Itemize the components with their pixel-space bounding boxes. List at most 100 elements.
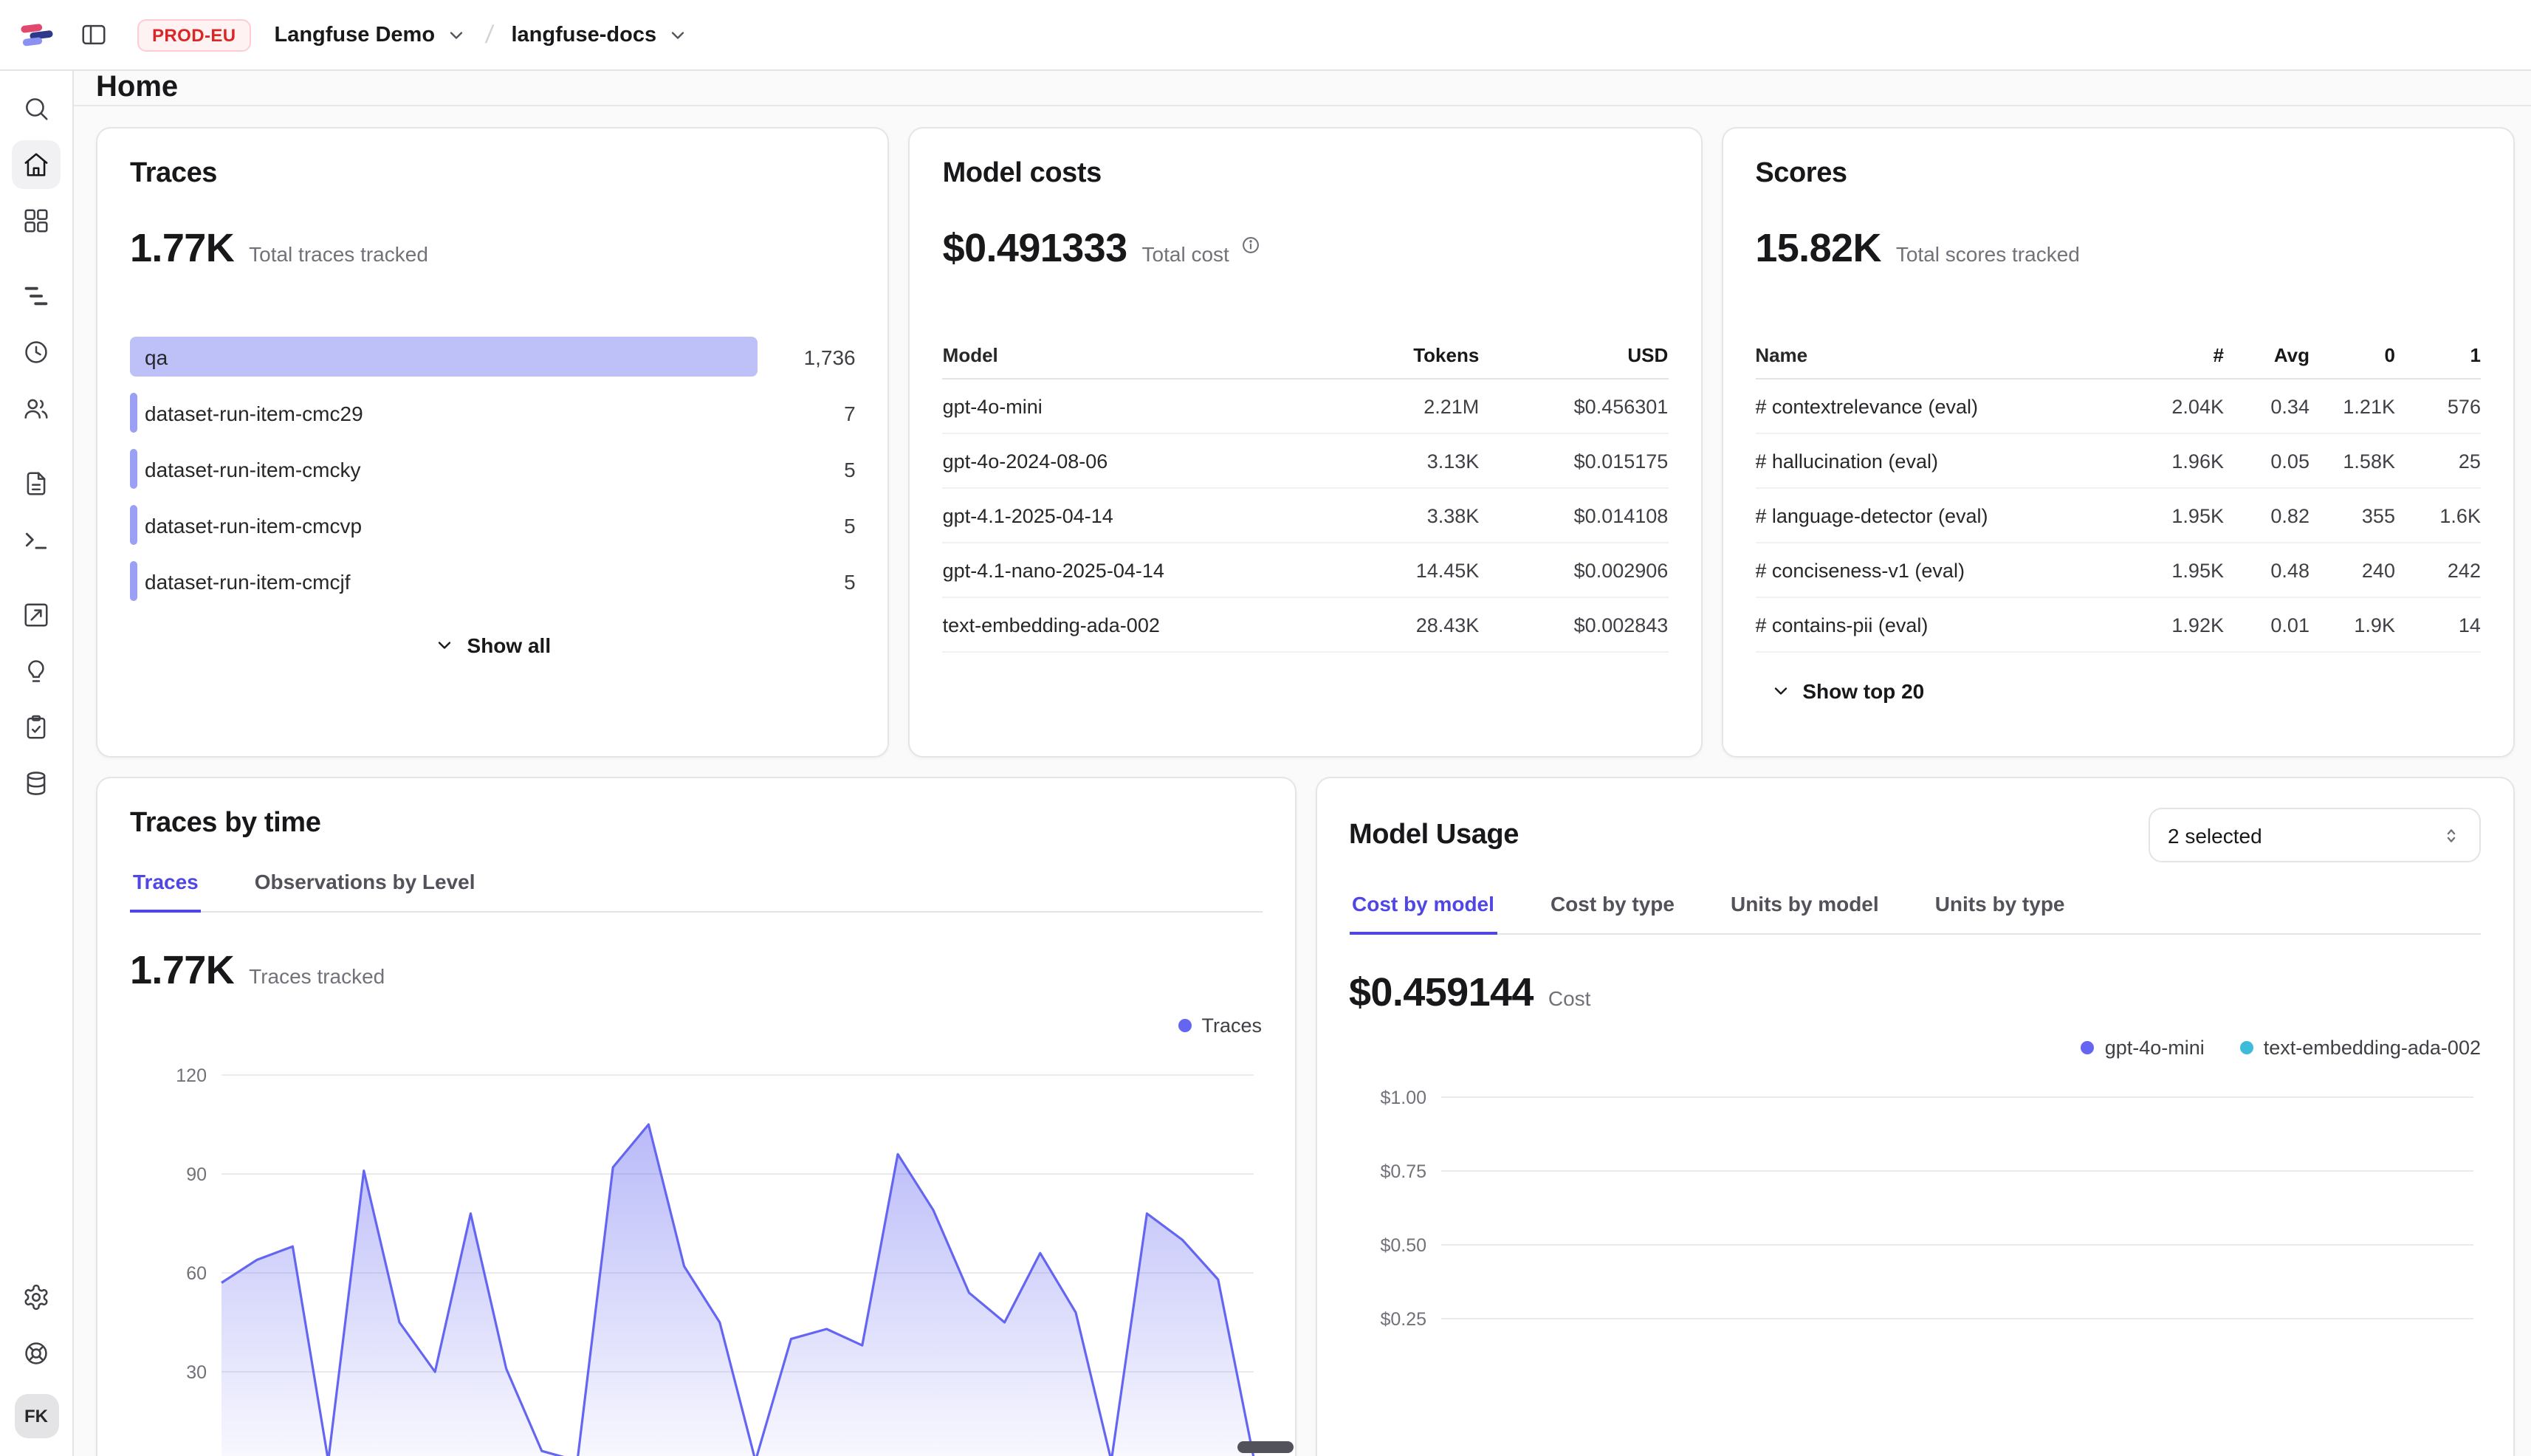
org-name: Langfuse Demo (275, 23, 436, 47)
model-cost-row: gpt-4.1-2025-04-14 3.38K $0.014108 (943, 489, 1669, 543)
traces-by-time-tabs: Traces Observations by Level (130, 870, 1262, 913)
traces-metric-label: Total traces tracked (249, 242, 428, 266)
svg-text:$0.75: $0.75 (1379, 1161, 1426, 1182)
legend-label: gpt-4o-mini (2105, 1037, 2205, 1059)
horizontal-scrollbar-thumb[interactable] (1237, 1441, 1294, 1453)
sidebar-item-evaluation[interactable] (12, 591, 61, 639)
main-content: Home Traces 1.77K Total traces tracked (74, 71, 2531, 1456)
trace-bar-value: 1,736 (758, 345, 856, 368)
tracing-icon (22, 282, 50, 310)
trace-bar-value: 5 (758, 569, 856, 593)
tab-units-by-type[interactable]: Units by type (1932, 892, 2068, 933)
score-row: # contains-pii (eval) 1.92K 0.01 1.9K 14 (1755, 598, 2481, 653)
trace-bar-value: 7 (758, 401, 856, 425)
sidebar-item-users[interactable] (12, 384, 61, 433)
breadcrumb-separator: / (483, 20, 494, 49)
trace-bar-row: dataset-run-item-cmcjf 5 (130, 558, 856, 604)
environment-badge: PROD-EU (137, 18, 251, 51)
svg-text:$0.25: $0.25 (1379, 1309, 1426, 1330)
settings-gear-icon (22, 1283, 50, 1311)
model-costs-metric-value: $0.491333 (943, 226, 1127, 272)
model-cost-row: text-embedding-ada-002 28.43K $0.002843 (943, 598, 1669, 653)
scores-metric-label: Total scores tracked (1896, 242, 2080, 266)
model-costs-metric-label: Total cost (1142, 242, 1229, 266)
langfuse-app: PROD-EU Langfuse Demo / langfuse-docs (0, 0, 2531, 1456)
sidebar-item-exports[interactable] (12, 759, 61, 808)
topbar: PROD-EU Langfuse Demo / langfuse-docs (0, 0, 2531, 71)
traces-by-time-metric-value: 1.77K (130, 948, 234, 994)
sidebar-item-home[interactable] (12, 140, 61, 189)
model-select-dropdown[interactable]: 2 selected (2149, 808, 2481, 862)
trace-bar-label: dataset-run-item-cmcjf (130, 569, 351, 593)
sidebar: FK (0, 71, 74, 1456)
model-usage-tabs: Cost by model Cost by type Units by mode… (1349, 892, 2481, 935)
sidebar-item-search[interactable] (12, 84, 61, 133)
scores-metric-value: 15.82K (1755, 226, 1881, 272)
sidebar-item-prompts[interactable] (12, 459, 61, 508)
dashboards-grid-icon (22, 207, 50, 235)
legend-dot (1178, 1019, 1191, 1032)
datasets-clipboard-icon (22, 713, 50, 741)
show-top-20-button[interactable]: Show top 20 (1770, 679, 1924, 703)
org-selector[interactable]: Langfuse Demo (275, 23, 467, 47)
sidebar-item-datasets[interactable] (12, 703, 61, 752)
legend-label: text-embedding-ada-002 (2264, 1037, 2481, 1059)
scores-card-title: Scores (1755, 158, 2481, 190)
scores-table: Name # Avg 0 1 # contextrelevance (eval)… (1755, 331, 2481, 653)
sidebar-toggle-button[interactable] (74, 15, 114, 55)
sessions-clock-icon (22, 338, 50, 366)
score-row: # hallucination (eval) 1.96K 0.05 1.58K … (1755, 434, 2481, 489)
info-icon[interactable] (1241, 235, 1262, 263)
trace-bar-value: 5 (758, 513, 856, 537)
evaluation-chart-icon (22, 601, 50, 629)
trace-bar-value: 5 (758, 457, 856, 481)
tab-observations-by-level[interactable]: Observations by Level (252, 870, 478, 911)
trace-bar (130, 337, 758, 377)
sidebar-item-sessions[interactable] (12, 328, 61, 377)
chevron-down-icon (445, 24, 466, 45)
sidebar-item-annotation[interactable] (12, 647, 61, 696)
trace-bar-label: qa (130, 345, 168, 368)
tab-units-by-model[interactable]: Units by model (1728, 892, 1882, 933)
sidebar-item-tracing[interactable] (12, 272, 61, 320)
tab-cost-by-type[interactable]: Cost by type (1548, 892, 1677, 933)
trace-bar-row: dataset-run-item-cmc29 7 (130, 390, 856, 436)
chevron-down-icon (667, 24, 687, 45)
annotation-lightbulb-icon (22, 657, 50, 685)
project-name: langfuse-docs (512, 23, 657, 47)
sidebar-item-dashboards[interactable] (12, 196, 61, 245)
tab-cost-by-model[interactable]: Cost by model (1349, 892, 1497, 933)
support-help-icon (22, 1339, 50, 1367)
traces-card: Traces 1.77K Total traces tracked qa 1,7… (96, 127, 890, 758)
legend-item: text-embedding-ada-002 (2240, 1037, 2481, 1059)
model-usage-card: Model Usage 2 selected Cost by model Cos… (1315, 777, 2515, 1456)
playground-terminal-icon (22, 526, 50, 554)
sidebar-item-settings[interactable] (12, 1273, 61, 1322)
legend-item: gpt-4o-mini (2081, 1037, 2205, 1059)
project-selector[interactable]: langfuse-docs (512, 23, 688, 47)
user-avatar[interactable]: FK (14, 1394, 58, 1438)
model-costs-table-header: Model Tokens USD (943, 331, 1669, 380)
traces-bar-list: qa 1,736 dataset-run-item-cmc29 7 data (130, 334, 856, 604)
svg-text:60: 60 (186, 1263, 207, 1284)
panel-left-icon (80, 21, 108, 49)
model-costs-table: Model Tokens USD gpt-4o-mini 2.21M $0.45… (943, 331, 1669, 653)
home-icon (22, 151, 50, 179)
legend-dot (2240, 1041, 2253, 1054)
traces-chart-legend: Traces (130, 1014, 1262, 1037)
show-all-button[interactable]: Show all (435, 633, 552, 657)
sidebar-item-playground[interactable] (12, 515, 61, 564)
sidebar-item-support[interactable] (12, 1329, 61, 1378)
traces-by-time-chart: 120906030 (130, 1043, 1262, 1456)
model-costs-card-title: Model costs (943, 158, 1669, 190)
trace-bar-label: dataset-run-item-cmc29 (130, 401, 363, 425)
tab-traces[interactable]: Traces (130, 870, 202, 911)
traces-by-time-card: Traces by time Traces Observations by Le… (96, 777, 1296, 1456)
exports-database-icon (22, 769, 50, 797)
svg-text:$1.00: $1.00 (1379, 1088, 1426, 1108)
svg-text:120: 120 (176, 1065, 207, 1086)
legend-dot (2081, 1041, 2095, 1054)
traces-by-time-title: Traces by time (130, 808, 1262, 840)
traces-card-title: Traces (130, 158, 856, 190)
score-row: # contextrelevance (eval) 2.04K 0.34 1.2… (1755, 380, 2481, 434)
